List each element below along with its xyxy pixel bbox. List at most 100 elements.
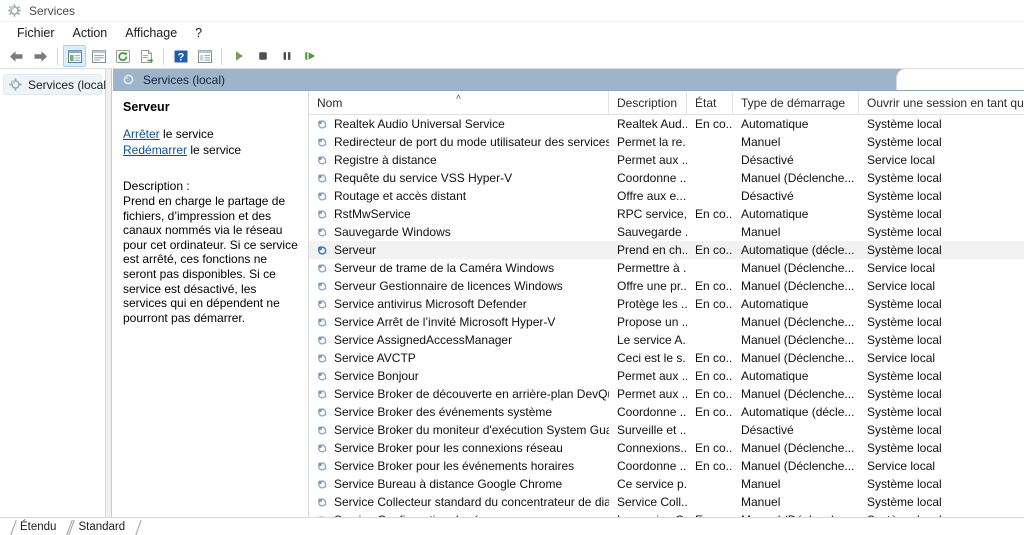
cell-service-name: Service Broker pour les événements horai…: [309, 459, 609, 473]
cell-description: Permet aux ...: [617, 369, 687, 383]
table-row[interactable]: Sauvegarde Windows Sauvegarde ... Manuel Sy…: [309, 223, 1024, 241]
cell-description: Surveille et ...: [617, 423, 687, 437]
help-icon[interactable]: ?: [169, 45, 192, 67]
table-row[interactable]: RstMwService RPC service,... En co... Autom…: [309, 205, 1024, 223]
table-row[interactable]: Serveur de trame de la Caméra Windows Per…: [309, 259, 1024, 277]
cell-description: Offre une pr...: [617, 279, 687, 293]
table-row[interactable]: Service Broker du moniteur d'exécution S…: [309, 421, 1024, 439]
menu-affichage[interactable]: Affichage: [116, 24, 186, 42]
cell-ouvrir-session: Système local: [867, 405, 942, 419]
cell-etat: En co...: [695, 207, 733, 221]
table-row[interactable]: Redirecteur de port du mode utilisateur …: [309, 133, 1024, 151]
column-header-description[interactable]: Description: [609, 91, 687, 114]
table-row[interactable]: Serveur Prend en ch... En co... Automatique…: [309, 241, 1024, 259]
table-row[interactable]: Requête du service VSS Hyper-V Coordonne …: [309, 169, 1024, 187]
table-row[interactable]: Service Broker pour les connexions résea…: [309, 439, 1024, 457]
service-gear-icon: [316, 388, 329, 401]
table-row[interactable]: Service Broker des événements système Coo…: [309, 403, 1024, 421]
cell-type-demarrage: Automatique (décle...: [741, 243, 855, 257]
menu-bar: Fichier Action Affichage ?: [0, 22, 1024, 44]
cell-ouvrir-session: Système local: [867, 171, 942, 185]
cell-type-demarrage: Désactivé: [741, 153, 794, 167]
cell-description: Realtek Aud...: [617, 117, 687, 131]
restart-service-line: Redémarrer le service: [123, 143, 298, 157]
cell-service-name: Service antivirus Microsoft Defender: [309, 297, 609, 311]
column-header-type-demarrage-label: Type de démarrage: [741, 95, 846, 110]
title-bar: Services: [0, 0, 1024, 22]
restart-service-icon[interactable]: [299, 45, 322, 67]
service-gear-icon: [316, 352, 329, 365]
restart-service-suffix: le service: [187, 143, 242, 157]
table-row[interactable]: Service antivirus Microsoft Defender Prot…: [309, 295, 1024, 313]
window-title: Services: [29, 3, 76, 18]
pause-service-icon[interactable]: [275, 45, 298, 67]
service-gear-icon: [316, 442, 329, 455]
show-console-tree-icon[interactable]: [193, 45, 216, 67]
cell-service-name: Redirecteur de port du mode utilisateur …: [309, 135, 609, 149]
table-row[interactable]: Realtek Audio Universal Service Realtek A…: [309, 115, 1024, 133]
stop-service-icon[interactable]: [251, 45, 274, 67]
table-row[interactable]: Service Broker de découverte en arrière-…: [309, 385, 1024, 403]
pane-splitter[interactable]: [106, 69, 112, 517]
cell-etat: En co...: [695, 387, 733, 401]
show-hide-tree-icon[interactable]: [63, 45, 86, 67]
table-row[interactable]: Service Bonjour Permet aux ... En co... Aut…: [309, 367, 1024, 385]
column-header-etat-label: État: [695, 95, 717, 110]
stop-service-link[interactable]: Arrêter: [123, 127, 160, 141]
table-row[interactable]: Registre à distance Permet aux ... Désacti…: [309, 151, 1024, 169]
column-header-ouvrir-session[interactable]: Ouvrir une session en tant que: [859, 91, 1024, 114]
toolbar-separator: [57, 47, 58, 65]
menu-fichier[interactable]: Fichier: [8, 24, 64, 42]
cell-type-demarrage: Manuel: [741, 135, 781, 149]
cell-description: Protège les ...: [617, 297, 687, 311]
table-row[interactable]: Serveur Gestionnaire de licences Windows…: [309, 277, 1024, 295]
cell-ouvrir-session: Système local: [867, 477, 942, 491]
cell-description: Permettre à ...: [617, 261, 687, 275]
service-name-label: Routage et accès distant: [334, 189, 467, 203]
tab-standard[interactable]: Standard: [66, 520, 135, 535]
service-name-label: Service Broker de découverte en arrière-…: [334, 387, 609, 401]
cell-service-name: Routage et accès distant: [309, 189, 609, 203]
cell-etat: En co...: [695, 459, 733, 473]
cell-type-demarrage: Manuel (Déclenche...: [741, 459, 855, 473]
export-list-icon[interactable]: [135, 45, 158, 67]
back-arrow-icon[interactable]: [5, 45, 28, 67]
service-name-label: Service Broker du moniteur d'exécution S…: [334, 423, 609, 437]
cell-service-name: Service AssignedAccessManager: [309, 333, 609, 347]
forward-arrow-icon[interactable]: [29, 45, 52, 67]
service-gear-icon: [316, 460, 329, 473]
tree-item-services-local[interactable]: Services (local): [3, 74, 110, 95]
cell-ouvrir-session: Système local: [867, 135, 942, 149]
cell-ouvrir-session: Système local: [867, 225, 942, 239]
table-row[interactable]: Service AssignedAccessManager Le service …: [309, 331, 1024, 349]
detail-service-title: Serveur: [123, 100, 170, 114]
table-row[interactable]: Service AVCTP Ceci est le s... En co... Man…: [309, 349, 1024, 367]
refresh-icon[interactable]: [111, 45, 134, 67]
cell-type-demarrage: Manuel (Déclenche...: [741, 333, 855, 347]
column-header-etat[interactable]: État: [687, 91, 733, 114]
properties-icon[interactable]: [87, 45, 110, 67]
restart-service-link[interactable]: Redémarrer: [123, 143, 187, 157]
table-row[interactable]: Service Bureau à distance Google Chrome C…: [309, 475, 1024, 493]
menu-help[interactable]: ?: [186, 24, 211, 42]
results-pane: Services (local) Serveur Arrêter le serv…: [113, 69, 1024, 517]
table-row[interactable]: Service Arrêt de l’invité Microsoft Hype…: [309, 313, 1024, 331]
services-gear-icon: [8, 77, 23, 92]
table-row[interactable]: Routage et accès distant Offre aux e... Dé…: [309, 187, 1024, 205]
table-row[interactable]: Service Broker pour les événements horai…: [309, 457, 1024, 475]
table-row[interactable]: Service Collecteur standard du concentra…: [309, 493, 1024, 511]
cell-type-demarrage: Manuel (Déclenche...: [741, 315, 855, 329]
column-header-nom[interactable]: Nom ˄: [309, 91, 609, 114]
service-name-label: Service Bureau à distance Google Chrome: [334, 477, 563, 491]
cell-description: Permet aux ...: [617, 387, 687, 401]
cell-description: Coordonne ...: [617, 171, 687, 185]
column-header-type-demarrage[interactable]: Type de démarrage: [733, 91, 859, 114]
menu-action[interactable]: Action: [64, 24, 117, 42]
tab-etendu[interactable]: Étendu: [8, 520, 66, 535]
start-service-icon[interactable]: [227, 45, 250, 67]
service-name-label: Service Bonjour: [334, 369, 419, 383]
services-window: Services Fichier Action Affichage ? ? Se…: [0, 0, 1024, 535]
cell-ouvrir-session: Système local: [867, 495, 942, 509]
stop-service-line: Arrêter le service: [123, 127, 298, 141]
service-gear-icon: [316, 478, 329, 491]
